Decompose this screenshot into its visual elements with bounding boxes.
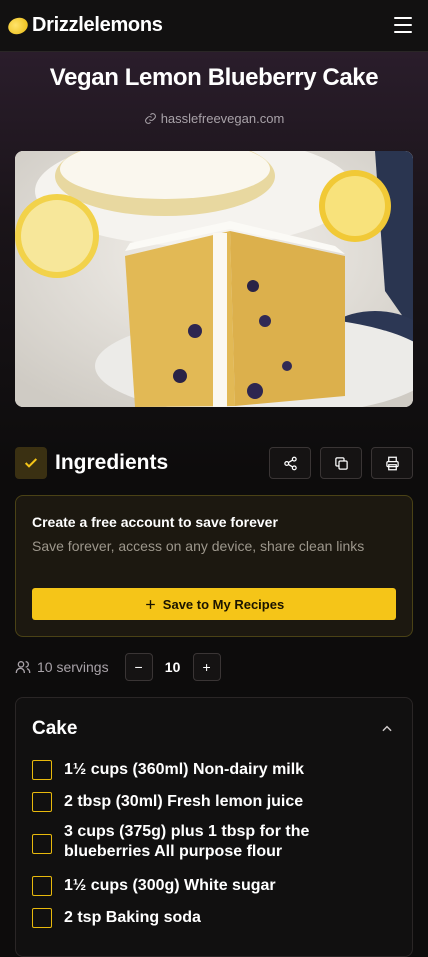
ingredient-text: 1½ cups (360ml) Non-dairy milk [64,761,305,778]
section-check-icon [15,447,47,479]
share-button[interactable] [269,447,311,479]
ingredient-checkbox[interactable] [32,760,52,780]
ingredient-item: 2 tsp Baking soda [32,908,362,928]
ingredient-item: 1½ cups (360ml) Non-dairy milk [32,760,362,780]
promo-title: Create a free account to save forever [32,514,278,530]
ingredient-item: 1½ cups (300g) White sugar [32,876,362,896]
ingredient-item: 2 tbsp (30ml) Fresh lemon juice [32,792,362,812]
hamburger-menu-icon[interactable] [394,17,412,33]
ingredient-text: 2 tbsp (30ml) Fresh lemon juice [64,793,304,810]
source-link[interactable]: hasslefreevegan.com [0,111,428,126]
ingredient-checkbox[interactable] [32,876,52,896]
ingredient-checkbox[interactable] [32,792,52,812]
copy-icon [334,456,348,470]
signup-promo-card: Create a free account to save forever Sa… [15,495,413,637]
ingredient-text: 3 cups (375g) plus 1 tbsp for the bluebe… [64,823,310,860]
lemon-icon [5,14,31,37]
brand-logo[interactable]: Drizzlelemons [5,14,163,37]
servings-control: 10 servings − 10 + [15,653,221,681]
decrease-servings-button[interactable]: − [124,653,153,681]
copy-button[interactable] [320,447,362,479]
source-text: hasslefreevegan.com [160,111,285,126]
brand-name: Drizzlelemons [32,14,163,36]
ingredient-text: 2 tsp Baking soda [64,909,201,926]
recipe-photo [15,151,413,407]
servings-count: 10 [164,659,181,675]
share-icon [283,456,297,470]
ingredient-text: 1½ cups (300g) White sugar [64,877,276,894]
print-icon [385,456,399,470]
plus-icon [145,599,155,609]
page-title: Vegan Lemon Blueberry Cake [49,64,379,91]
ingredient-checkbox[interactable] [32,834,52,854]
increase-servings-button[interactable]: + [192,653,221,681]
top-nav: Drizzlelemons [0,0,428,52]
print-button[interactable] [371,447,413,479]
promo-body: Save forever, access on any device, shar… [32,538,365,554]
ingredient-section-cake: Cake 1½ cups (360ml) Non-dairy milk 2 tb… [15,697,413,957]
link-icon [144,113,156,124]
section-title: Cake [32,718,78,739]
ingredient-checkbox[interactable] [32,908,52,928]
save-button-label: Save to My Recipes [162,596,285,612]
ingredients-title: Ingredients [55,451,169,474]
chevron-up-icon[interactable] [380,722,394,736]
save-to-recipes-button[interactable]: Save to My Recipes [32,588,396,620]
servings-label: 10 servings [37,659,109,675]
ingredients-header: Ingredients [15,447,413,479]
people-icon [15,661,31,673]
ingredient-item: 3 cups (375g) plus 1 tbsp for the bluebe… [32,822,362,862]
